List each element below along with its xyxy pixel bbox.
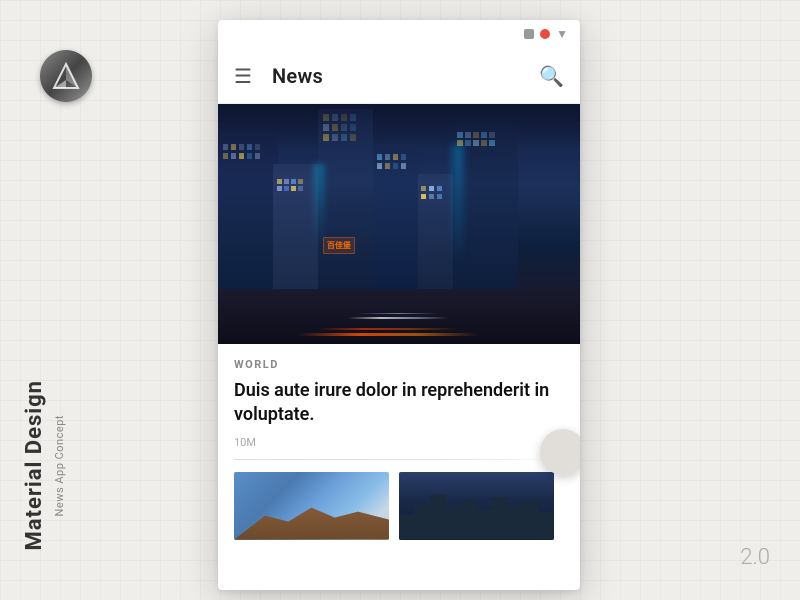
side-label-sub: News App Concept — [53, 415, 66, 516]
status-bar: ▼ — [218, 20, 580, 48]
bottom-cards-row — [218, 460, 580, 540]
card-thumbnail-1[interactable] — [234, 472, 389, 540]
version-number: 2.0 — [740, 545, 770, 570]
side-label: Material Design News App Concept — [22, 380, 66, 551]
status-dot-circle — [540, 29, 550, 39]
status-dot-square — [524, 29, 534, 39]
content-area: 百佳堡 — [218, 104, 580, 590]
article-category: WORLD — [234, 358, 564, 371]
menu-icon[interactable]: ☰ — [234, 66, 252, 86]
side-label-main: Material Design — [22, 380, 47, 551]
hero-image: 百佳堡 — [218, 104, 580, 344]
card-thumbnail-2[interactable] — [399, 472, 554, 540]
road — [218, 289, 580, 344]
neon-sign: 百佳堡 — [323, 237, 355, 254]
status-chevron-icon: ▼ — [556, 27, 568, 41]
search-icon[interactable]: 🔍 — [539, 64, 564, 88]
article-time: 10M — [234, 436, 564, 449]
article-section: WORLD Duis aute irure dolor in reprehend… — [218, 344, 580, 459]
logo — [40, 50, 92, 102]
article-title[interactable]: Duis aute irure dolor in reprehenderit i… — [234, 379, 564, 428]
app-title: News — [272, 64, 539, 88]
app-bar: ☰ News 🔍 — [218, 48, 580, 104]
fab-button[interactable] — [540, 429, 580, 475]
phone-mockup: ▼ ☰ News 🔍 — [218, 20, 580, 590]
